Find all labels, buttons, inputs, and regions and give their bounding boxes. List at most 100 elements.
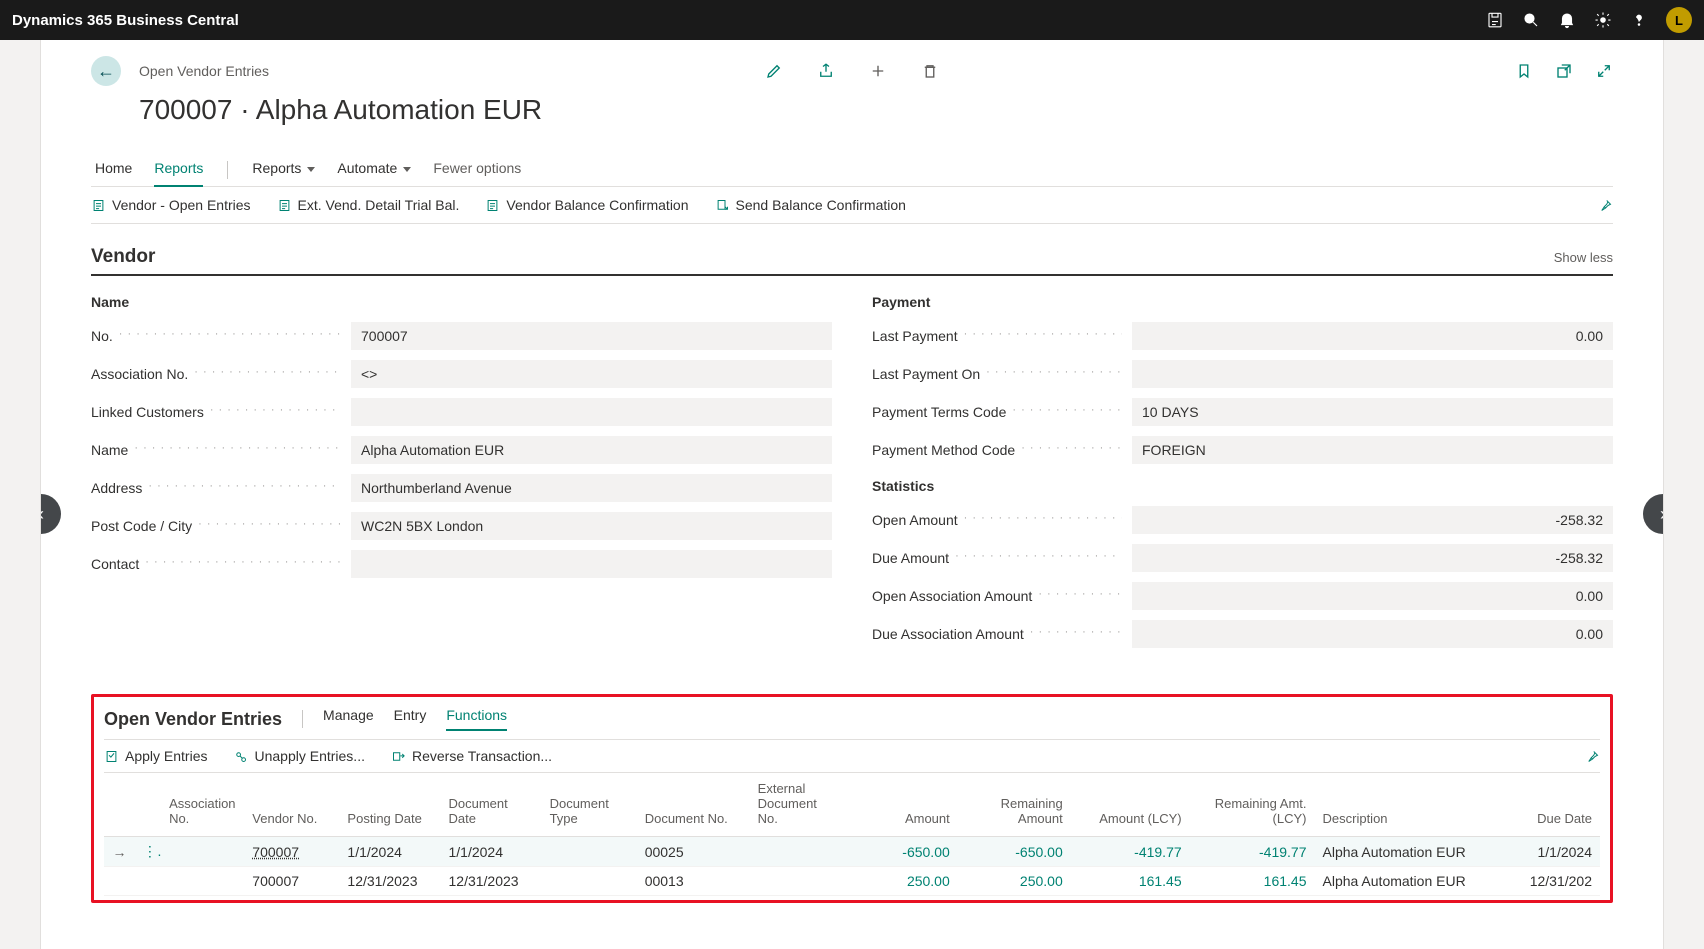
reports-dropdown[interactable]: Reports	[252, 154, 315, 186]
col-document-no[interactable]: Document No.	[637, 775, 750, 837]
field-contact[interactable]	[351, 550, 832, 578]
cell-due-date: 12/31/202	[1505, 867, 1600, 896]
cell-remaining-lcy[interactable]: -419.77	[1190, 837, 1315, 867]
cell-vendor-no[interactable]: 700007	[244, 837, 339, 867]
action-label: Send Balance Confirmation	[736, 197, 906, 213]
col-vendor-no[interactable]: Vendor No.	[244, 775, 339, 837]
field-name[interactable]: Alpha Automation EUR	[351, 436, 832, 464]
action-send-balance-confirmation[interactable]: Send Balance Confirmation	[715, 197, 906, 213]
pin-icon	[1598, 198, 1613, 213]
action-unapply-entries[interactable]: Unapply Entries...	[233, 748, 365, 764]
col-remaining-lcy[interactable]: Remaining Amt. (LCY)	[1190, 775, 1315, 837]
cell-remaining[interactable]: -650.00	[958, 837, 1071, 867]
back-button[interactable]: ←	[91, 56, 121, 86]
cell-amount-lcy[interactable]: -419.77	[1071, 837, 1190, 867]
cell-description: Alpha Automation EUR	[1315, 867, 1505, 896]
action-vendor-open-entries[interactable]: Vendor - Open Entries	[91, 197, 251, 213]
col-amount-lcy[interactable]: Amount (LCY)	[1071, 775, 1190, 837]
col-amount[interactable]: Amount	[845, 775, 958, 837]
edit-icon[interactable]	[765, 62, 783, 80]
page-body: ← Open Vendor Entries 700007 · Alpha Aut…	[41, 40, 1663, 949]
cell-remaining-lcy[interactable]: 161.45	[1190, 867, 1315, 896]
save-db-icon[interactable]	[1486, 11, 1504, 29]
cell-amount[interactable]: -650.00	[845, 837, 958, 867]
breadcrumb[interactable]: Open Vendor Entries	[139, 63, 269, 79]
help-icon[interactable]	[1630, 11, 1648, 29]
table-row[interactable]: → ⋮ 700007 1/1/2024 1/1/2024 00025 -650.…	[104, 837, 1600, 867]
new-icon[interactable]	[869, 62, 887, 80]
col-posting-date[interactable]: Posting Date	[339, 775, 440, 837]
col-document-date[interactable]: Document Date	[441, 775, 542, 837]
vendor-section-title: Vendor	[91, 246, 155, 268]
grid-tab-functions[interactable]: Functions	[446, 707, 507, 731]
grid-tab-entry[interactable]: Entry	[394, 707, 427, 731]
bell-icon[interactable]	[1558, 11, 1576, 29]
show-less-button[interactable]: Show less	[1554, 250, 1613, 265]
action-pin[interactable]	[1598, 198, 1613, 213]
action-label: Vendor Balance Confirmation	[506, 197, 688, 213]
pin-icon	[1585, 749, 1600, 764]
label-payment-terms: Payment Terms Code	[872, 404, 1122, 420]
col-remaining-amount[interactable]: Remaining Amount	[958, 775, 1071, 837]
label-no: No.	[91, 328, 341, 344]
fewer-options-button[interactable]: Fewer options	[433, 154, 521, 186]
vendor-fields: Name No.700007 Association No.<> Linked …	[91, 294, 1613, 658]
gear-icon[interactable]	[1594, 11, 1612, 29]
send-report-icon	[715, 198, 730, 213]
row-menu-button[interactable]: ⋮	[135, 837, 161, 867]
field-due-assoc-amount[interactable]: 0.00	[1132, 620, 1613, 648]
field-last-payment-on[interactable]	[1132, 360, 1613, 388]
cell-due-date: 1/1/2024	[1505, 837, 1600, 867]
popout-icon[interactable]	[1555, 62, 1573, 80]
cell-remaining[interactable]: 250.00	[958, 867, 1071, 896]
group-payment: Payment	[872, 294, 1613, 310]
field-no[interactable]: 700007	[351, 322, 832, 350]
tab-reports[interactable]: Reports	[154, 154, 203, 186]
cell-amount[interactable]: 250.00	[845, 867, 958, 896]
col-ext-doc-no[interactable]: External Document No.	[750, 775, 845, 837]
page-frame: ‹ › ← Open Vendor Entries 700007	[40, 40, 1664, 949]
app-title: Dynamics 365 Business Central	[12, 12, 239, 29]
table-row[interactable]: 700007 12/31/2023 12/31/2023 00013 250.0…	[104, 867, 1600, 896]
label-due-amount: Due Amount	[872, 550, 1122, 566]
field-linked-customers[interactable]	[351, 398, 832, 426]
field-assoc-no[interactable]: <>	[351, 360, 832, 388]
field-open-amount[interactable]: -258.32	[1132, 506, 1613, 534]
grid-tab-manage[interactable]: Manage	[323, 707, 374, 731]
bookmark-icon[interactable]	[1515, 62, 1533, 80]
field-due-amount[interactable]: -258.32	[1132, 544, 1613, 572]
tab-home[interactable]: Home	[95, 154, 132, 186]
row-menu-button[interactable]	[135, 867, 161, 896]
user-avatar[interactable]: L	[1666, 7, 1692, 33]
delete-icon[interactable]	[921, 62, 939, 80]
automate-dropdown[interactable]: Automate	[337, 154, 411, 186]
cell-amount-lcy[interactable]: 161.45	[1071, 867, 1190, 896]
col-document-type[interactable]: Document Type	[542, 775, 637, 837]
row-indicator-icon: →	[104, 837, 135, 867]
col-assoc-no[interactable]: Association No.	[161, 775, 244, 837]
share-icon[interactable]	[817, 62, 835, 80]
menubar-separator	[227, 161, 228, 179]
field-address[interactable]: Northumberland Avenue	[351, 474, 832, 502]
action-balance-confirmation[interactable]: Vendor Balance Confirmation	[485, 197, 688, 213]
field-postcode-city[interactable]: WC2N 5BX London	[351, 512, 832, 540]
field-payment-terms[interactable]: 10 DAYS	[1132, 398, 1613, 426]
col-due-date[interactable]: Due Date	[1505, 775, 1600, 837]
field-last-payment[interactable]: 0.00	[1132, 322, 1613, 350]
field-open-assoc-amount[interactable]: 0.00	[1132, 582, 1613, 610]
field-payment-method[interactable]: FOREIGN	[1132, 436, 1613, 464]
grid-action-pin[interactable]	[1585, 749, 1600, 764]
collapse-icon[interactable]	[1595, 62, 1613, 80]
action-apply-entries[interactable]: Apply Entries	[104, 748, 207, 764]
cell-description: Alpha Automation EUR	[1315, 837, 1505, 867]
apply-icon	[104, 749, 119, 764]
menubar: Home Reports Reports Automate Fewer opti…	[91, 154, 1613, 187]
cell-vendor-no[interactable]: 700007	[244, 867, 339, 896]
action-label: Reverse Transaction...	[412, 748, 552, 764]
search-icon[interactable]	[1522, 11, 1540, 29]
action-ext-trial-bal[interactable]: Ext. Vend. Detail Trial Bal.	[277, 197, 460, 213]
label-open-assoc-amount: Open Association Amount	[872, 588, 1122, 604]
col-description[interactable]: Description	[1315, 775, 1505, 837]
action-reverse-transaction[interactable]: Reverse Transaction...	[391, 748, 552, 764]
cell-doc-type	[542, 867, 637, 896]
